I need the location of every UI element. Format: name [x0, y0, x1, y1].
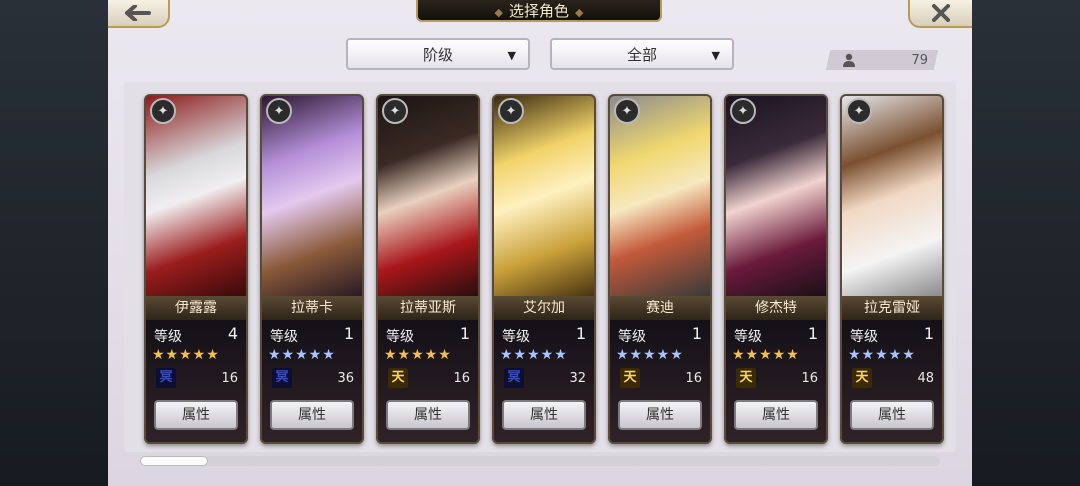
close-icon [932, 4, 950, 22]
attribute-button[interactable]: 属性 [850, 400, 934, 430]
star-rating: ★★★★★ [500, 347, 568, 363]
axe-icon: ✦ [150, 98, 176, 124]
staff-icon: ✦ [266, 98, 292, 124]
star-rating: ★★★★★ [848, 347, 916, 363]
level-label: 等级 [734, 329, 762, 345]
sword-icon: ✦ [498, 98, 524, 124]
attribute-button[interactable]: 属性 [618, 400, 702, 430]
star-rating: ★★★★★ [268, 347, 336, 363]
star-rating: ★★★★★ [384, 347, 452, 363]
affinity-badge-icon: 冥 [272, 368, 292, 388]
attribute-button[interactable]: 属性 [502, 400, 586, 430]
title-bar: ◆ 选择角色 ◆ [416, 0, 662, 22]
left-background [0, 0, 108, 486]
character-card[interactable]: ✦ 艾尔加 等级 1 ★★★★★ 冥 32 属性 [492, 94, 596, 444]
character-card[interactable]: ✦ 伊露露 等级 4 ★★★★★ 冥 16 属性 [144, 94, 248, 444]
level-label: 等级 [270, 329, 298, 345]
character-card[interactable]: ✦ 修杰特 等级 1 ★★★★★ 天 16 属性 [724, 94, 828, 444]
cost-value: 16 [221, 371, 238, 386]
arrow-left-icon [125, 5, 151, 21]
level-label: 等级 [502, 329, 530, 345]
character-name: 赛迪 [610, 296, 710, 320]
level-label: 等级 [154, 329, 182, 345]
affinity-badge-icon: 冥 [156, 368, 176, 388]
affinity-badge-icon: 天 [852, 368, 872, 388]
cost-value: 16 [685, 371, 702, 386]
ornament-right-icon: ◆ [575, 6, 584, 19]
cost-value: 16 [801, 371, 818, 386]
character-name: 拉克雷娅 [842, 296, 942, 320]
character-stats: 等级 1 ★★★★★ 天 16 属性 [726, 320, 826, 442]
character-stats: 等级 1 ★★★★★ 天 48 属性 [842, 320, 942, 442]
character-name: 艾尔加 [494, 296, 594, 320]
star-rating: ★★★★★ [616, 347, 684, 363]
character-stats: 等级 1 ★★★★★ 冥 36 属性 [262, 320, 362, 442]
cost-value: 36 [337, 371, 354, 386]
character-portrait[interactable] [262, 96, 362, 296]
character-stats: 等级 4 ★★★★★ 冥 16 属性 [146, 320, 246, 442]
level-value: 1 [807, 324, 818, 343]
character-portrait[interactable] [378, 96, 478, 296]
character-name: 伊露露 [146, 296, 246, 320]
level-label: 等级 [618, 329, 646, 345]
level-value: 1 [459, 324, 470, 343]
star-rating: ★★★★★ [732, 347, 800, 363]
attribute-button[interactable]: 属性 [154, 400, 238, 430]
level-value: 1 [343, 324, 354, 343]
character-stats: 等级 1 ★★★★★ 天 16 属性 [378, 320, 478, 442]
crossbow-icon: ✦ [846, 98, 872, 124]
close-button[interactable] [908, 0, 972, 28]
affinity-badge-icon: 天 [620, 368, 640, 388]
bow-icon: ✦ [730, 98, 756, 124]
category-filter-label: 全部 [626, 45, 657, 64]
character-count: 79 [836, 50, 932, 70]
character-card[interactable]: ✦ 拉克雷娅 等级 1 ★★★★★ 天 48 属性 [840, 94, 944, 444]
ornament-left-icon: ◆ [494, 6, 503, 19]
affinity-badge-icon: 天 [388, 368, 408, 388]
level-value: 1 [923, 324, 934, 343]
attribute-button[interactable]: 属性 [386, 400, 470, 430]
character-name: 拉蒂卡 [262, 296, 362, 320]
character-name: 修杰特 [726, 296, 826, 320]
level-value: 1 [691, 324, 702, 343]
cost-value: 32 [569, 371, 586, 386]
horizontal-scrollbar[interactable] [140, 456, 940, 466]
grade-filter-dropdown[interactable]: 阶级 ▼ [346, 38, 530, 70]
star-rating: ★★★★★ [152, 347, 220, 363]
level-label: 等级 [850, 329, 878, 345]
sword-icon: ✦ [382, 98, 408, 124]
back-button[interactable] [108, 0, 170, 28]
character-portrait[interactable] [610, 96, 710, 296]
character-card[interactable]: ✦ 拉蒂亚斯 等级 1 ★★★★★ 天 16 属性 [376, 94, 480, 444]
chevron-down-icon: ▼ [711, 49, 720, 62]
character-stats: 等级 1 ★★★★★ 天 16 属性 [610, 320, 710, 442]
affinity-badge-icon: 冥 [504, 368, 524, 388]
character-card[interactable]: ✦ 赛迪 等级 1 ★★★★★ 天 16 属性 [608, 94, 712, 444]
character-portrait[interactable] [494, 96, 594, 296]
attribute-button[interactable]: 属性 [270, 400, 354, 430]
chevron-down-icon: ▼ [507, 49, 516, 62]
person-icon [843, 53, 855, 67]
character-portrait[interactable] [726, 96, 826, 296]
affinity-badge-icon: 天 [736, 368, 756, 388]
right-background [972, 0, 1080, 486]
category-filter-dropdown[interactable]: 全部 ▼ [550, 38, 734, 70]
attribute-button[interactable]: 属性 [734, 400, 818, 430]
character-count-value: 79 [911, 52, 928, 68]
scrollbar-thumb[interactable] [140, 456, 208, 466]
character-stats: 等级 1 ★★★★★ 冥 32 属性 [494, 320, 594, 442]
cost-value: 48 [917, 371, 934, 386]
grade-filter-label: 阶级 [422, 45, 453, 64]
level-value: 1 [575, 324, 586, 343]
character-portrait[interactable] [146, 96, 246, 296]
level-value: 4 [227, 324, 238, 343]
cost-value: 16 [453, 371, 470, 386]
character-card[interactable]: ✦ 拉蒂卡 等级 1 ★★★★★ 冥 36 属性 [260, 94, 364, 444]
character-name: 拉蒂亚斯 [378, 296, 478, 320]
arrow-icon: ✦ [614, 98, 640, 124]
level-label: 等级 [386, 329, 414, 345]
character-portrait[interactable] [842, 96, 942, 296]
page-title: 选择角色 [508, 2, 569, 20]
